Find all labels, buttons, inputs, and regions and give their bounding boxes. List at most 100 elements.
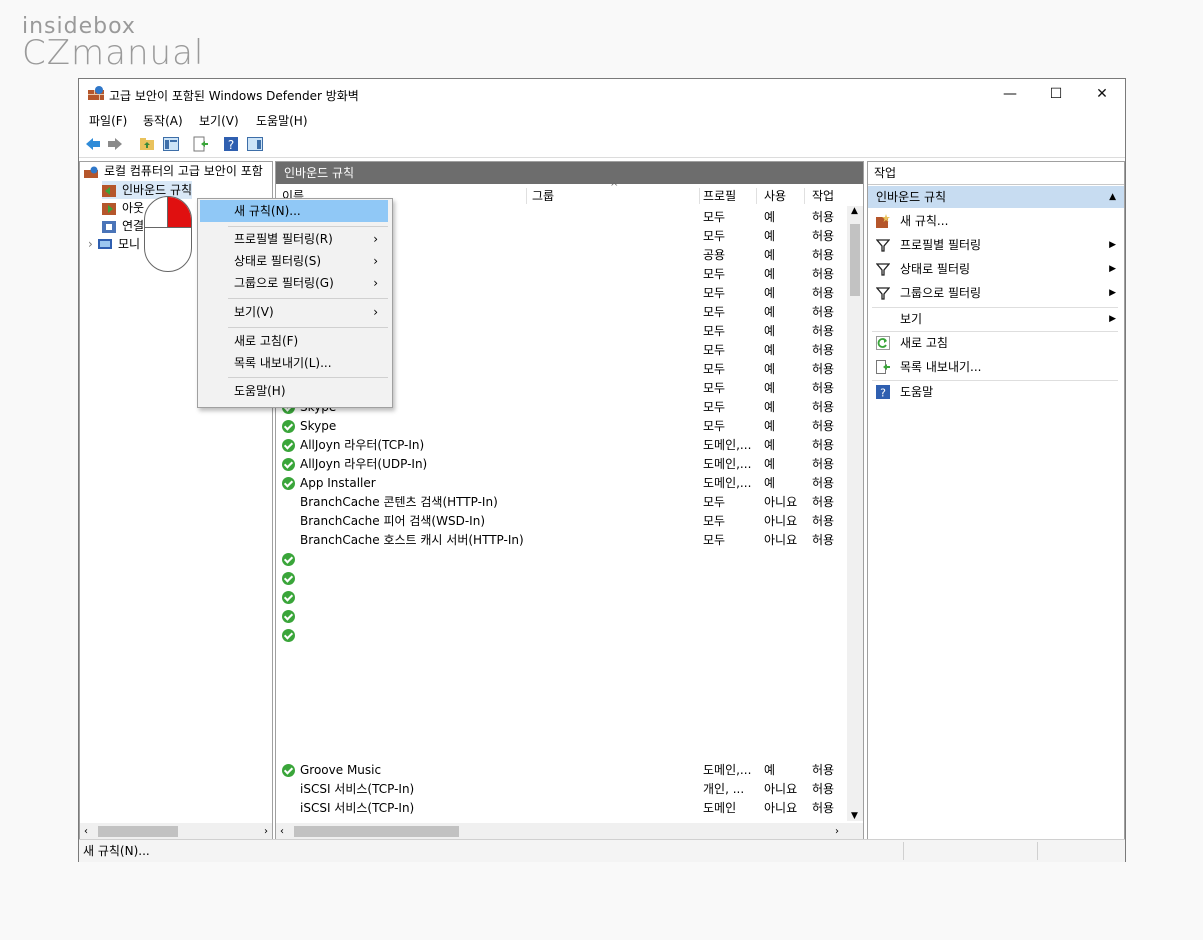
cell-enabled: 예 [764,381,776,395]
mouse-right-click-icon [144,196,192,272]
cell-name: iSCSI 서비스(TCP-In) [300,801,415,815]
folder-up-icon[interactable] [139,136,155,152]
tree-root[interactable]: 로컬 컴퓨터의 고급 보안이 포함 [84,162,263,180]
submenu-arrow-icon: ▶ [1109,314,1116,324]
table-row[interactable]: iSCSI 서비스(TCP-In) 도메인 아니요 허용 [276,799,846,818]
table-row[interactable] [276,588,846,607]
cell-action: 허용 [812,248,835,262]
action-new-rule[interactable]: 새 규칙... [868,210,1124,232]
menu-file[interactable]: 파일(F) [89,112,127,129]
column-group[interactable]: 그룹 [532,186,554,206]
monitoring-icon [98,238,112,249]
table-row[interactable]: Groove Music 도메인,... 예 허용 [276,761,846,780]
show-console-tree-icon[interactable] [163,136,179,152]
column-action[interactable]: 작업 [812,186,834,206]
back-arrow-icon[interactable] [85,136,101,152]
table-row[interactable] [276,569,846,588]
rules-vertical-scrollbar[interactable]: ▲ ▼ [847,206,863,821]
table-row[interactable] [276,550,846,569]
tree-item-monitoring[interactable]: › 모니 [88,235,140,253]
context-menu: 새 규칙(N)... 프로필별 필터링(R) › 상태로 필터링(S) › 그룹으로… [197,198,393,408]
help-icon[interactable]: ? [223,136,239,152]
table-row[interactable]: Skype 모두 예 허용 [276,417,846,436]
forward-arrow-icon[interactable] [107,136,123,152]
cell-enabled: 예 [764,400,776,414]
table-row[interactable]: AllJoyn 라우터(UDP-In) 도메인,... 예 허용 [276,455,846,474]
action-filter-profile[interactable]: 프로필별 필터링 ▶ [868,234,1124,256]
action-help[interactable]: ? 도움말 [868,381,1124,403]
context-item-export-list[interactable]: 목록 내보내기(L)... [200,352,388,374]
column-profile[interactable]: 프로필 [703,186,736,206]
rules-pane-title: 인바운드 규칙 [284,166,355,180]
table-row[interactable]: App Installer 도메인,... 예 허용 [276,474,846,493]
cell-action: 허용 [812,324,835,338]
tree-horizontal-scrollbar[interactable]: ‹ › [80,823,272,840]
enabled-check-icon [282,553,295,566]
context-item-filter-state[interactable]: 상태로 필터링(S) › [200,250,388,272]
scroll-thumb[interactable] [98,826,178,837]
menu-action[interactable]: 동작(A) [143,112,183,129]
table-row[interactable]: AllJoyn 라우터(TCP-In) 도메인,... 예 허용 [276,436,846,455]
collapse-up-icon[interactable]: ▲ [1109,186,1116,208]
scroll-down-icon[interactable]: ▼ [851,811,858,821]
table-row[interactable]: BranchCache 콘텐츠 검색(HTTP-In) 모두 아니요 허용 [276,493,846,512]
submenu-arrow-icon: › [373,276,378,290]
table-row[interactable] [276,626,846,645]
table-row[interactable]: BranchCache 호스트 캐시 서버(HTTP-In) 모두 아니요 허용 [276,531,846,550]
title-bar[interactable]: 고급 보안이 포함된 Windows Defender 방화벽 — ☐ ✕ [79,79,1125,109]
chevron-right-icon[interactable]: › [88,235,98,253]
table-row[interactable] [276,607,846,626]
column-enabled[interactable]: 사용 [764,186,786,206]
scroll-left-icon[interactable]: ‹ [84,823,88,840]
action-filter-group[interactable]: 그룹으로 필터링 ▶ [868,282,1124,304]
cell-enabled: 예 [764,438,776,452]
tree-item-outbound-rules[interactable]: 아웃 [102,199,144,217]
show-action-pane-icon[interactable] [247,136,263,152]
action-filter-state[interactable]: 상태로 필터링 ▶ [868,258,1124,280]
submenu-arrow-icon: ▶ [1109,288,1116,298]
scroll-right-icon[interactable]: › [264,823,268,840]
scroll-thumb[interactable] [850,224,860,296]
rules-horizontal-scrollbar[interactable]: ‹ › [276,823,863,840]
export-list-icon[interactable] [193,136,209,152]
inbound-rules-icon [102,184,116,197]
scroll-right-icon[interactable]: › [835,823,839,840]
cell-enabled: 예 [764,419,776,433]
scroll-thumb[interactable] [294,826,459,837]
menu-help[interactable]: 도움말(H) [256,112,308,129]
cell-enabled: 예 [764,343,776,357]
maximize-button[interactable]: ☐ [1033,79,1079,109]
close-button[interactable]: ✕ [1079,79,1125,109]
context-item-view[interactable]: 보기(V) › [200,301,388,323]
cell-profile: 모두 [703,267,726,281]
action-refresh[interactable]: 새로 고침 [868,332,1124,354]
context-item-label: 새 규칙(N)... [234,204,301,218]
cell-profile: 모두 [703,343,726,357]
table-row[interactable]: BranchCache 피어 검색(WSD-In) 모두 아니요 허용 [276,512,846,531]
cell-name: Groove Music [300,763,382,777]
action-view[interactable]: 보기 ▶ [868,308,1124,330]
context-item-new-rule[interactable]: 새 규칙(N)... [200,200,388,222]
cell-enabled: 예 [764,476,776,490]
cell-enabled: 아니요 [764,801,798,815]
minimize-button[interactable]: — [987,79,1033,109]
scroll-up-icon[interactable]: ▲ [851,206,858,216]
cell-enabled: 예 [764,286,776,300]
enabled-check-icon [282,420,295,433]
action-label: 도움말 [900,385,934,399]
menu-view[interactable]: 보기(V) [199,112,239,129]
context-item-help[interactable]: 도움말(H) [200,380,388,402]
cell-profile: 모두 [703,286,726,300]
enabled-check-icon [282,629,295,642]
scroll-left-icon[interactable]: ‹ [280,823,284,840]
table-row[interactable]: iSCSI 서비스(TCP-In) 개인, ... 아니요 허용 [276,780,846,799]
context-item-filter-profile[interactable]: 프로필별 필터링(R) › [200,228,388,250]
action-export-list[interactable]: 목록 내보내기... [868,356,1124,378]
context-item-filter-group[interactable]: 그룹으로 필터링(G) › [200,272,388,294]
cell-name: BranchCache 콘텐츠 검색(HTTP-In) [300,495,498,509]
cell-action: 허용 [812,763,835,777]
tree-item-connection-security[interactable]: 연결 [102,217,144,235]
context-item-refresh[interactable]: 새로 고침(F) [200,330,388,352]
action-label: 새 규칙... [900,214,949,228]
actions-section-inbound[interactable]: 인바운드 규칙 ▲ [868,186,1124,208]
